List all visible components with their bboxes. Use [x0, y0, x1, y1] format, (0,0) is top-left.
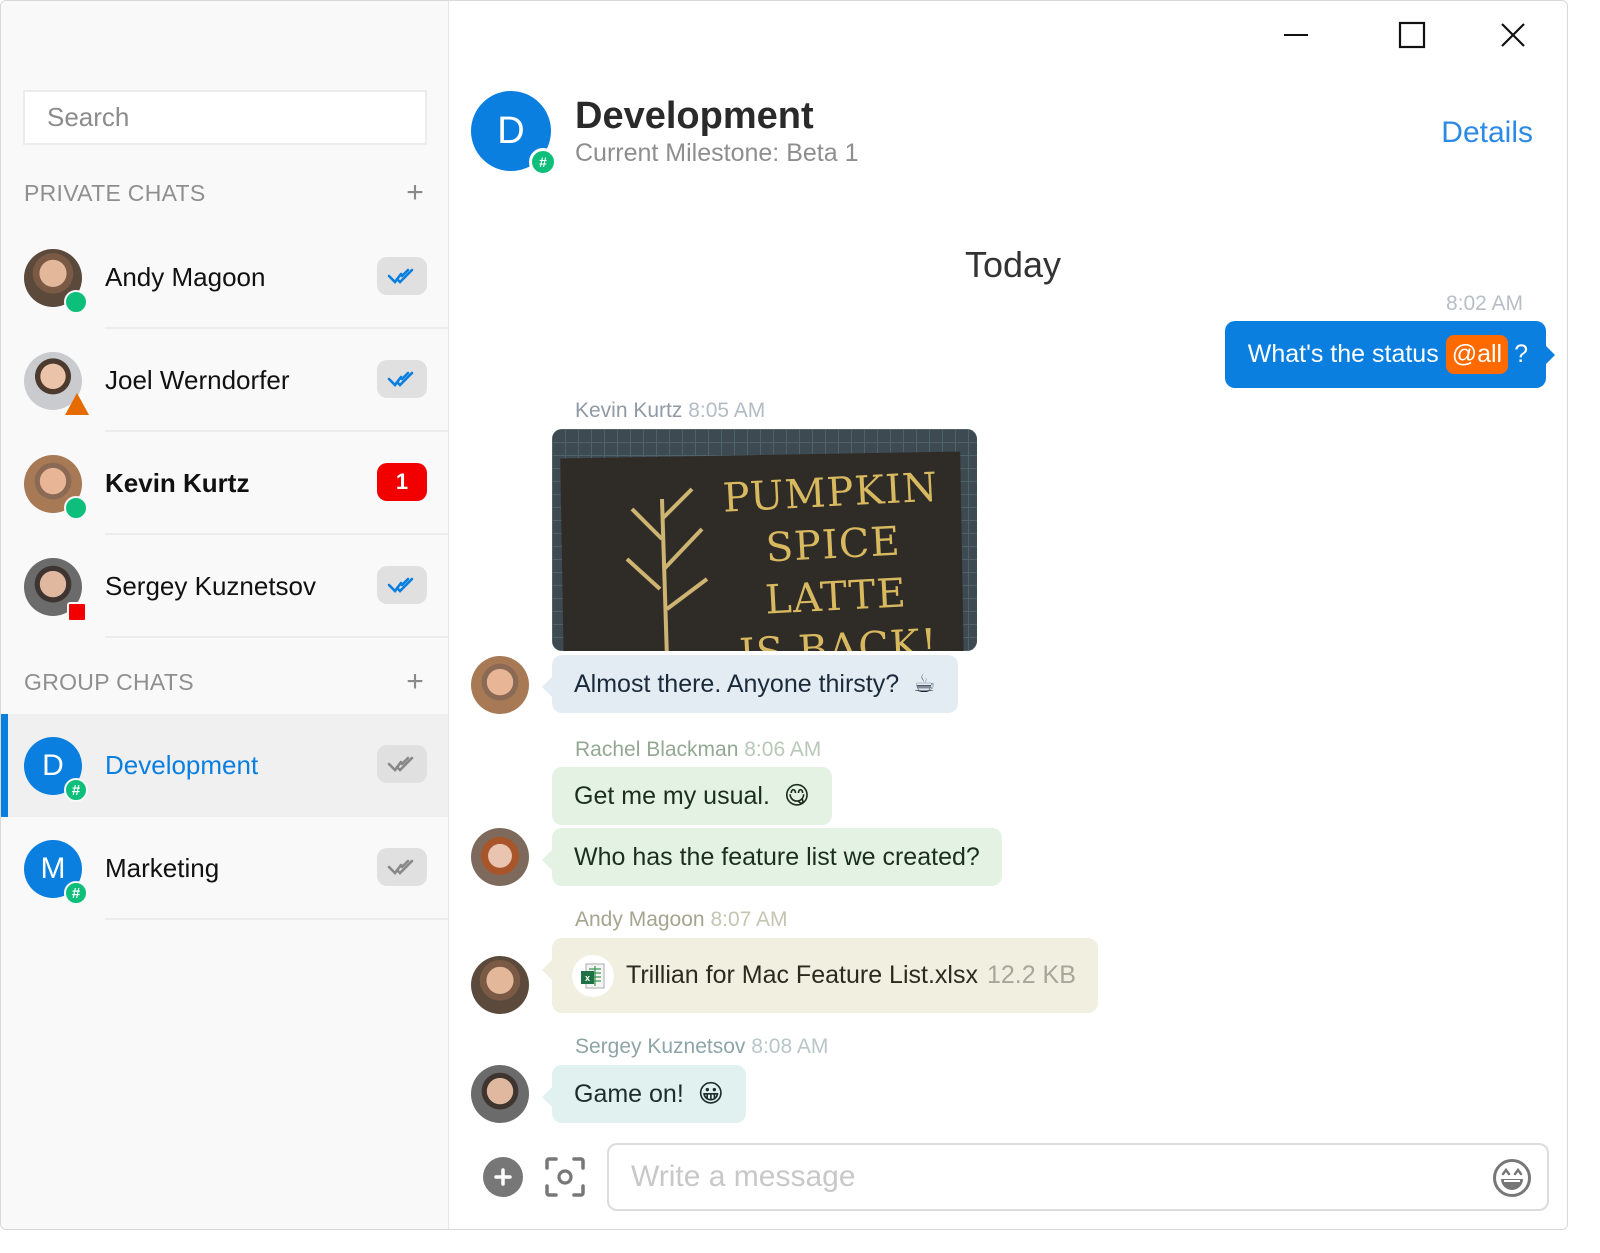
add-group-chat-button[interactable]: + — [401, 667, 429, 697]
sender-name: Kevin Kurtz — [575, 399, 683, 422]
file-name: Trillian for Mac Feature List.xlsx — [626, 961, 978, 989]
chat-item-sergey-kuznetsov[interactable]: Sergey Kuznetsov — [1, 535, 448, 638]
grin-emoji-icon: 😀 — [697, 1080, 724, 1108]
group-hash-icon: # — [64, 881, 88, 905]
close-icon — [1501, 23, 1525, 47]
message-timestamp: 8:08 AM — [751, 1035, 829, 1058]
image-sign-text: PUMPKIN SPICE LATTE IS BACK! — [687, 460, 977, 651]
sender-avatar[interactable] — [471, 1065, 529, 1123]
group-chats-header: GROUP CHATS + — [24, 662, 429, 702]
outgoing-message[interactable]: What's the status @all ? — [1224, 321, 1556, 388]
read-receipt-badge — [377, 360, 427, 398]
sender-name: Sergey Kuznetsov — [575, 1035, 746, 1058]
online-status-icon — [64, 496, 88, 520]
incoming-message[interactable]: Game on! 😀 — [542, 1065, 746, 1123]
search-input[interactable] — [23, 90, 427, 145]
chat-name: Joel Werndorfer — [105, 365, 290, 395]
message-meta: Andy Magoon 8:07 AM — [575, 908, 788, 932]
close-button[interactable] — [1483, 11, 1543, 59]
double-check-icon — [387, 577, 414, 593]
double-check-icon — [387, 859, 414, 875]
file-size: 12.2 KB — [986, 961, 1076, 989]
screenshot-icon — [545, 1157, 585, 1197]
chat-name: Development — [105, 750, 259, 780]
message-text: What's the status — [1247, 340, 1439, 368]
incoming-message[interactable]: Who has the feature list we created? — [542, 828, 1002, 886]
chat-name: Sergey Kuznetsov — [105, 571, 317, 601]
add-private-chat-button[interactable]: + — [401, 178, 429, 208]
screenshot-button[interactable] — [544, 1156, 586, 1198]
message-text: Game on! — [574, 1079, 684, 1108]
group-hash-icon: # — [64, 778, 88, 802]
chat-title: Development — [575, 95, 814, 137]
details-link[interactable]: Details — [1441, 116, 1533, 150]
chat-item-marketing[interactable]: M # Marketing — [1, 817, 448, 920]
minimize-icon — [1284, 34, 1308, 36]
attach-button[interactable] — [483, 1157, 523, 1197]
chat-name: Kevin Kurtz — [105, 468, 250, 498]
sidebar: PRIVATE CHATS + Andy Magoon Joel Werndor… — [1, 1, 449, 1229]
private-chats-header: PRIVATE CHATS + — [24, 173, 429, 213]
chat-item-joel-werndorfer[interactable]: Joel Werndorfer — [1, 329, 448, 432]
coffee-emoji-icon: ☕ — [913, 670, 936, 698]
chat-item-development[interactable]: D # Development — [1, 714, 448, 817]
read-receipt-badge — [377, 257, 427, 295]
chat-name: Marketing — [105, 853, 220, 883]
sender-avatar[interactable] — [471, 956, 529, 1014]
maximize-icon — [1398, 21, 1426, 49]
double-check-icon — [387, 756, 414, 772]
sender-name: Andy Magoon — [575, 908, 705, 931]
minimize-button[interactable] — [1266, 11, 1326, 59]
group-chats-title: GROUP CHATS — [24, 668, 194, 695]
message-input[interactable] — [607, 1143, 1549, 1211]
message-text: Almost there. Anyone thirsty? — [574, 669, 900, 698]
away-status-icon — [65, 393, 89, 415]
maximize-button[interactable] — [1382, 11, 1442, 59]
sender-avatar[interactable] — [471, 656, 529, 714]
day-separator: Today — [964, 244, 1062, 285]
emoji-picker-button[interactable] — [1492, 1158, 1532, 1198]
message-text: ? — [1514, 340, 1528, 368]
chat-name: Andy Magoon — [105, 262, 266, 292]
divider — [105, 636, 448, 638]
double-check-icon — [387, 268, 414, 284]
divider — [105, 918, 448, 920]
chat-panel: D # Development Current Milestone: Beta … — [449, 1, 1567, 1229]
chat-subtitle: Current Milestone: Beta 1 — [575, 139, 859, 167]
excel-file-icon: x — [572, 954, 614, 997]
mention-tag[interactable]: @all — [1445, 335, 1509, 374]
message-timestamp: 8:05 AM — [688, 399, 766, 422]
app-window: PRIVATE CHATS + Andy Magoon Joel Werndor… — [0, 0, 1568, 1230]
group-hash-icon: # — [529, 148, 557, 176]
yum-emoji-icon: 😋 — [783, 782, 810, 810]
unread-count-badge: 1 — [377, 463, 427, 501]
private-chats-title: PRIVATE CHATS — [24, 179, 206, 206]
delivered-receipt-badge — [377, 745, 427, 783]
busy-status-icon — [67, 602, 87, 622]
message-meta: Rachel Blackman 8:06 AM — [575, 738, 821, 762]
message-timestamp: 8:06 AM — [744, 738, 822, 761]
chat-item-andy-magoon[interactable]: Andy Magoon — [1, 226, 448, 329]
plus-icon — [494, 1168, 512, 1186]
online-status-icon — [64, 290, 88, 314]
message-meta: Kevin Kurtz 8:05 AM — [575, 399, 765, 423]
read-receipt-badge — [377, 566, 427, 604]
message-timestamp: 8:02 AM — [1445, 292, 1523, 315]
incoming-message[interactable]: Get me my usual. 😋 — [552, 767, 832, 825]
message-text: Get me my usual. — [574, 781, 770, 810]
sender-avatar[interactable] — [471, 828, 529, 886]
sender-name: Rachel Blackman — [575, 738, 739, 761]
chat-item-kevin-kurtz[interactable]: Kevin Kurtz 1 — [1, 432, 448, 535]
sign-line: SPICE LATTE — [763, 518, 908, 624]
message-meta: Sergey Kuznetsov 8:08 AM — [575, 1035, 828, 1059]
delivered-receipt-badge — [377, 848, 427, 886]
svg-text:x: x — [585, 973, 590, 983]
smiley-icon — [1493, 1159, 1531, 1197]
incoming-message[interactable]: Almost there. Anyone thirsty? ☕ — [542, 655, 958, 713]
double-check-icon — [387, 371, 414, 387]
message-text: Who has the feature list we created? — [574, 842, 980, 871]
image-attachment[interactable]: PUMPKIN SPICE LATTE IS BACK! — [552, 429, 977, 651]
message-timestamp: 8:07 AM — [710, 908, 788, 931]
file-message[interactable]: x Trillian for Mac Feature List.xlsx 12.… — [542, 938, 1098, 1013]
